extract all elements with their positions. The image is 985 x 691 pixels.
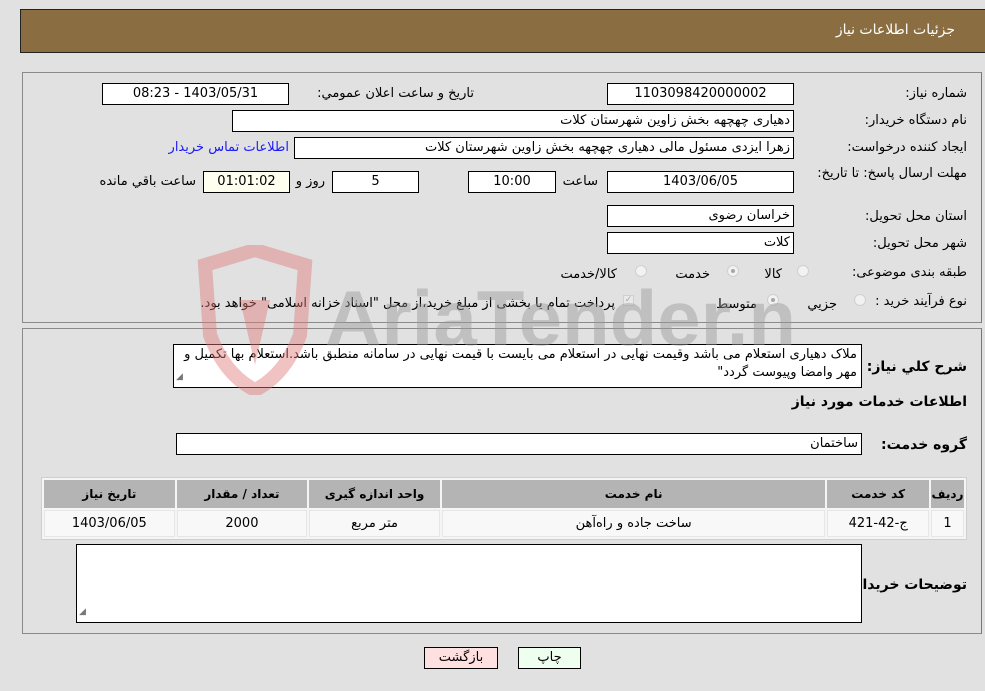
- buyer-contact-link[interactable]: اطلاعات تماس خریدار: [169, 140, 289, 155]
- need-number-field[interactable]: 1103098420000002: [607, 83, 794, 105]
- col-service-name: نام خدمت: [441, 480, 826, 508]
- purchase-option-minor: جزيي: [807, 297, 837, 312]
- cell-row-number: 1: [930, 510, 964, 537]
- remaining-time-label: ساعت باقي مانده: [99, 174, 196, 189]
- purchase-radio-minor[interactable]: [854, 294, 866, 306]
- deadline-date-field[interactable]: 1403/06/05: [607, 171, 794, 193]
- service-group-field[interactable]: ساختمان: [176, 433, 862, 455]
- city-label: شهر محل تحویل:: [872, 236, 967, 251]
- cell-unit: متر مربع: [309, 510, 440, 537]
- page-title: جزئیات اطلاعات نیاز: [835, 22, 955, 38]
- services-table: ردیف کد خدمت نام خدمت واحد اندازه گیری ت…: [41, 477, 967, 540]
- requester-field[interactable]: زهرا ایزدی مسئول مالی دهیاری چهچهه بخش ز…: [294, 137, 794, 159]
- cell-service-name: ساخت جاده و راه‌آهن: [441, 510, 826, 537]
- category-radio-goods-service[interactable]: [635, 265, 647, 277]
- province-field[interactable]: خراسان رضوی: [607, 205, 794, 227]
- requester-label: ایجاد کننده درخواست:: [847, 140, 967, 155]
- purchase-type-label: نوع فرآیند خرید :: [875, 294, 967, 309]
- treasury-checkbox[interactable]: ✓: [623, 295, 634, 306]
- cell-service-code: ج-42-421: [827, 510, 929, 537]
- table-header-row: ردیف کد خدمت نام خدمت واحد اندازه گیری ت…: [44, 480, 964, 508]
- page-header: جزئیات اطلاعات نیاز: [20, 9, 985, 53]
- remaining-days-field[interactable]: 5: [332, 171, 419, 193]
- announce-datetime-label: تاریخ و ساعت اعلان عمومي:: [317, 86, 474, 101]
- remaining-time-field: 01:01:02: [203, 171, 290, 193]
- category-option-goods: کالا: [764, 267, 782, 282]
- treasury-note: پرداخت تمام یا بخشی از مبلغ خرید،از محل …: [200, 296, 615, 311]
- resize-grip-icon[interactable]: ◢: [176, 368, 183, 386]
- category-radio-goods[interactable]: [797, 265, 809, 277]
- cell-need-date: 1403/06/05: [44, 510, 175, 537]
- col-quantity: تعداد / مقدار: [176, 480, 308, 508]
- deadline-time-label: ساعت: [562, 174, 598, 189]
- buyer-org-field[interactable]: دهیاری چهچهه بخش زاوین شهرستان کلات: [232, 110, 794, 132]
- col-need-date: تاریخ نیاز: [44, 480, 175, 508]
- days-label: روز و: [295, 174, 325, 189]
- cell-quantity: 2000: [176, 510, 308, 537]
- announce-datetime-field[interactable]: 1403/05/31 - 08:23: [102, 83, 289, 105]
- col-unit: واحد اندازه گیری: [309, 480, 440, 508]
- purchase-option-medium: متوسط: [716, 297, 757, 312]
- back-button[interactable]: بازگشت: [424, 647, 498, 669]
- category-option-goods-service: کالا/خدمت: [560, 267, 617, 282]
- description-textarea[interactable]: ملاک دهیاری استعلام می باشد وقیمت نهایی …: [173, 344, 862, 388]
- buyer-org-label: نام دستگاه خریدار:: [864, 113, 967, 128]
- resize-grip-icon[interactable]: ◢: [79, 603, 86, 621]
- buyer-notes-label: توضیحات خریدار:: [848, 577, 967, 593]
- buyer-notes-textarea[interactable]: ◢: [76, 544, 862, 623]
- need-number-label: شماره نیاز:: [905, 86, 967, 101]
- description-label: شرح کلي نیاز:: [866, 359, 967, 375]
- city-field[interactable]: کلات: [607, 232, 794, 254]
- category-option-service: خدمت: [675, 267, 710, 282]
- print-button[interactable]: چاپ: [518, 647, 581, 669]
- need-info-panel: شماره نیاز: 1103098420000002 تاریخ و ساع…: [22, 72, 982, 323]
- description-panel: شرح کلي نیاز: ملاک دهیاری استعلام می باش…: [22, 328, 982, 634]
- service-group-label: گروه خدمت:: [881, 437, 967, 453]
- category-radio-service[interactable]: [727, 265, 739, 277]
- category-label: طبقه بندی موضوعی:: [851, 265, 967, 280]
- deadline-label: مهلت ارسال پاسخ: تا تاریخ:: [817, 166, 967, 181]
- description-text: ملاک دهیاری استعلام می باشد وقیمت نهایی …: [184, 347, 857, 380]
- province-label: استان محل تحویل:: [865, 209, 967, 224]
- purchase-radio-medium[interactable]: [767, 294, 779, 306]
- col-row-number: ردیف: [930, 480, 964, 508]
- deadline-time-field[interactable]: 10:00: [468, 171, 556, 193]
- col-service-code: کد خدمت: [827, 480, 929, 508]
- table-row: 1 ج-42-421 ساخت جاده و راه‌آهن متر مربع …: [44, 510, 964, 537]
- services-section-title: اطلاعات خدمات مورد نیاز: [791, 394, 967, 410]
